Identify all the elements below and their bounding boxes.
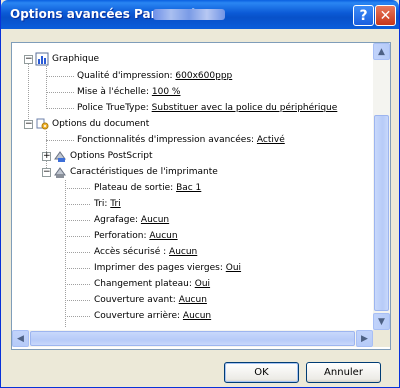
option-quality-label: Qualité d'impression: [77,71,176,81]
option-quality[interactable]: Qualité d'impression: 600x600ppp [77,68,232,84]
option-value[interactable]: Aucun [149,231,177,241]
option-truetype-label: Police TrueType: [77,103,152,113]
tree-node-graphique[interactable]: Graphique [52,51,99,67]
option-label: Perforation: [94,231,150,241]
option-scale[interactable]: Mise à l'échelle: 100 % [77,84,180,100]
option-value[interactable]: Oui [195,279,210,289]
tree-line [46,140,74,141]
option-value[interactable]: Aucun [141,215,169,225]
chevron-up-icon: ▲ [378,46,385,57]
horizontal-scrollbar[interactable]: ◀ ▶ [12,330,373,347]
tree-line [46,66,47,109]
chevron-right-icon: ▶ [361,333,368,344]
option-value[interactable]: Aucun [169,247,197,257]
option-label: Imprimer des pages vierges: [94,263,226,273]
option-truetype[interactable]: Police TrueType: Substituer avec la poli… [77,100,337,116]
option-value[interactable]: Oui [226,263,241,273]
scroll-down-button[interactable]: ▼ [373,313,390,330]
collapse-document-toggle[interactable]: − [24,120,33,129]
tree-line [46,76,74,77]
options-tree: − Graphique Qualité d'impression: 600x60… [12,43,373,330]
option-output-tray[interactable]: Plateau de sortie: Bac 1 [94,180,201,196]
tree-line [65,204,90,205]
option-scale-label: Mise à l'échelle: [77,87,152,97]
option-value[interactable]: Aucun [179,295,207,305]
option-label: Plateau de sortie: [94,183,177,193]
tree-line [65,236,90,237]
option-value[interactable]: Aucun [183,311,211,321]
options-dialog: Options avancées Panasonic ? ✕ − Graphiq… [0,0,400,388]
collapse-printer-features-toggle[interactable]: − [42,168,51,177]
option-secure-access[interactable]: Accès sécurisé : Aucun [94,244,197,260]
option-front-cover[interactable]: Couverture avant: Aucun [94,292,207,308]
option-collate[interactable]: Tri: Tri [94,196,121,212]
option-label: Couverture arrière: [94,311,183,321]
close-button[interactable]: ✕ [375,5,396,26]
option-label: Tri: [94,199,111,209]
horizontal-scroll-thumb[interactable] [30,331,355,346]
option-advanced-label: Fonctionnalités d'impression avancées: [77,135,257,145]
tree-line [65,300,90,301]
help-button[interactable]: ? [353,5,374,26]
printer-features-icon [54,167,66,178]
option-blank-pages[interactable]: Imprimer des pages vierges: Oui [94,260,241,276]
tree-line [65,252,90,253]
tree-line [46,108,74,109]
scroll-up-button[interactable]: ▲ [373,43,390,60]
option-advanced-value[interactable]: Activé [257,135,285,145]
scroll-left-button[interactable]: ◀ [12,330,29,347]
postscript-icon [54,151,66,162]
option-tray-change[interactable]: Changement plateau: Oui [94,276,210,292]
option-scale-value[interactable]: 100 % [152,87,181,97]
chevron-down-icon: ▼ [378,316,385,327]
chevron-left-icon: ◀ [17,333,24,344]
tree-line [65,180,66,327]
tree-node-document[interactable]: Options du document [52,116,149,132]
cancel-button[interactable]: Annuler [306,362,381,383]
option-truetype-value[interactable]: Substituer avec la police du périphériqu… [152,103,338,113]
tree-line [46,92,74,93]
tree-line [65,220,90,221]
option-label: Agrafage: [94,215,141,225]
option-label: Changement plateau: [94,279,195,289]
tree-line [28,59,29,119]
vertical-scrollbar[interactable]: ▲ ▼ [373,43,390,330]
document-options-icon [36,118,49,130]
title-bar[interactable]: Options avancées Panasonic ? ✕ [1,0,399,29]
tree-line [65,268,90,269]
tree-line [65,316,90,317]
option-punching[interactable]: Perforation: Aucun [94,228,178,244]
scroll-corner [373,330,390,347]
option-label: Couverture avant: [94,295,179,305]
option-label: Accès sécurisé : [94,247,170,257]
ok-button[interactable]: OK [224,362,299,383]
expand-postscript-toggle[interactable]: + [42,152,51,161]
tree-line [65,284,90,285]
redacted-model-name [153,9,225,20]
option-value[interactable]: Bac 1 [176,183,201,193]
options-tree-panel: − Graphique Qualité d'impression: 600x60… [11,42,391,350]
option-advanced-printing[interactable]: Fonctionnalités d'impression avancées: A… [77,132,285,148]
tree-node-postscript[interactable]: Options PostScript [70,148,153,164]
option-quality-value[interactable]: 600x600ppp [175,71,232,81]
collapse-graphique-toggle[interactable]: − [24,55,33,64]
tree-line [65,188,90,189]
tree-node-printer-features[interactable]: Caractéristiques de l'imprimante [70,164,218,180]
scroll-right-button[interactable]: ▶ [356,330,373,347]
option-value[interactable]: Tri [110,199,120,209]
option-back-cover[interactable]: Couverture arrière: Aucun [94,308,211,324]
option-stapling[interactable]: Agrafage: Aucun [94,212,169,228]
vertical-scroll-thumb[interactable] [374,115,389,311]
graphics-icon [35,52,49,66]
